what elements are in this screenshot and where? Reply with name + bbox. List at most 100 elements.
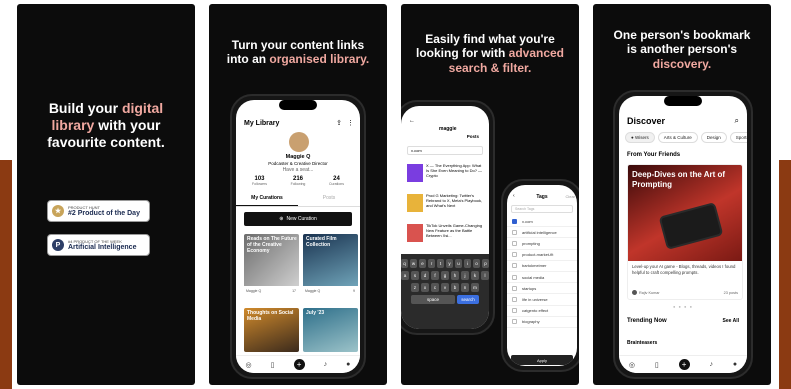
tag-item[interactable]: x.com <box>507 216 577 228</box>
keyboard-key[interactable]: o <box>473 259 480 268</box>
keyboard-key[interactable]: b <box>451 283 459 292</box>
bookmark-icon[interactable]: ▯ <box>271 361 275 369</box>
clear-button[interactable]: Clear <box>565 194 575 199</box>
phone-frame-front: ‹ Tags Clear Search Tags x.com artificia… <box>501 179 579 372</box>
tag-item[interactable]: life in universe <box>507 294 577 306</box>
more-icon[interactable]: ⋮ <box>347 119 354 127</box>
profile-name: Maggie Q <box>285 154 311 160</box>
category-chips: ● Wisers Arts & Culture Design Sports <box>625 132 747 143</box>
tag-item[interactable]: prompting <box>507 238 577 250</box>
avatar[interactable] <box>289 132 309 152</box>
keyboard-key[interactable]: i <box>464 259 471 268</box>
keyboard-key[interactable]: y <box>446 259 453 268</box>
bookmark-icon[interactable]: ▯ <box>655 361 659 369</box>
new-curation-button[interactable]: ⊕ New Curation <box>244 212 352 226</box>
panel4-headline: One person's bookmark is another person'… <box>613 28 751 71</box>
stat-following[interactable]: 216 Following <box>291 176 306 186</box>
list-item[interactable]: X — The Everything App: What Is She Even… <box>407 164 483 188</box>
keyboard-key[interactable]: l <box>481 271 489 280</box>
search-input[interactable]: x.com <box>407 146 483 155</box>
promo-panel-3: Easily find what you're looking for with… <box>401 4 579 385</box>
left-edge-strip <box>0 160 12 389</box>
add-icon[interactable]: + <box>678 359 690 370</box>
panel2-headline: Turn your content links into an organise… <box>226 38 370 67</box>
curation-card[interactable]: Reads on The Future of the Creative Econ… <box>244 234 299 296</box>
section-trending: Trending Now <box>627 318 667 324</box>
chip-design[interactable]: Design <box>700 132 727 143</box>
stat-followers[interactable]: 103 Followers <box>252 176 267 186</box>
tags-screen: ‹ Tags Clear Search Tags x.com artificia… <box>507 185 577 366</box>
keyboard-key[interactable]: g <box>441 271 449 280</box>
trending-item[interactable]: Brainteasers <box>627 340 657 346</box>
keyboard-key[interactable]: s <box>411 271 419 280</box>
chip-sports[interactable]: Sports <box>729 132 747 143</box>
apply-button[interactable]: Apply <box>511 355 573 365</box>
feature-card[interactable]: Deep-Dives on the Art of Prompting Level… <box>627 164 743 300</box>
list-item[interactable]: Prod G Marketing: Twitter's Rebrand to X… <box>407 194 483 218</box>
back-arrow-icon[interactable]: ← <box>409 118 415 124</box>
keyboard-key[interactable]: u <box>455 259 462 268</box>
phone-notch <box>279 100 317 110</box>
keyboard-key[interactable]: m <box>471 283 479 292</box>
share-icon[interactable]: ⇪ <box>336 119 342 127</box>
keyboard-key[interactable]: f <box>431 271 439 280</box>
keyboard-key[interactable]: h <box>451 271 459 280</box>
keyboard-key[interactable]: w <box>410 259 417 268</box>
feature-image: Deep-Dives on the Art of Prompting <box>628 165 742 261</box>
stat-curations[interactable]: 24 Curations <box>329 176 344 186</box>
space-key[interactable]: space <box>411 295 455 304</box>
keyboard-key[interactable]: d <box>421 271 429 280</box>
product-hunt-badge[interactable]: ★ PRODUCT HUNT #2 Product of the Day <box>47 200 150 222</box>
curation-card[interactable]: Curated Film Collection Maggie Q9 <box>303 234 358 296</box>
tab-my-curations[interactable]: My Curations <box>236 195 298 206</box>
bell-icon[interactable]: ♪ <box>324 361 328 368</box>
tag-item[interactable]: biography <box>507 317 577 328</box>
tags-search-input[interactable]: Search Tags <box>511 205 573 213</box>
tag-item[interactable]: social media <box>507 272 577 284</box>
chip-arts-culture[interactable]: Arts & Culture <box>657 132 698 143</box>
keyboard-key[interactable]: x <box>421 283 429 292</box>
keyboard-key[interactable]: r <box>428 259 435 268</box>
keyboard-key[interactable]: q <box>401 259 408 268</box>
profile-icon[interactable]: ● <box>346 361 350 368</box>
right-edge-strip <box>779 160 791 389</box>
carousel-dots[interactable]: ● ● ● ● <box>619 304 747 309</box>
tab-posts[interactable]: Posts <box>467 134 479 139</box>
tag-item[interactable]: product-market-fit <box>507 250 577 261</box>
tab-posts[interactable]: Posts <box>298 195 360 206</box>
keyboard-key[interactable]: v <box>441 283 449 292</box>
keyboard-key[interactable]: z <box>411 283 419 292</box>
tag-item[interactable]: artificial intelligence <box>507 227 577 239</box>
keyboard-key[interactable]: t <box>437 259 444 268</box>
search-key[interactable]: search <box>457 295 479 304</box>
keyboard-key[interactable]: e <box>419 259 426 268</box>
keyboard-key[interactable]: k <box>471 271 479 280</box>
search-icon[interactable]: ⌕ <box>735 116 739 126</box>
discover-screen: Discover ⌕ ● Wisers Arts & Culture Desig… <box>619 96 747 373</box>
phone-frame-back: ← maggie x.com Posts X — The Everything … <box>401 100 495 335</box>
keyboard-key[interactable]: j <box>461 271 469 280</box>
bell-icon[interactable]: ♪ <box>709 361 713 368</box>
product-of-week-badge[interactable]: P #4 PRODUCT OF THE WEEK Artificial Inte… <box>47 234 150 256</box>
tag-item[interactable]: catgento effect <box>507 306 577 317</box>
curation-card[interactable]: July '23 <box>303 308 358 352</box>
keyboard-key[interactable]: n <box>461 283 469 292</box>
panel3-headline: Easily find what you're looking for with… <box>415 32 564 75</box>
add-icon[interactable]: + <box>293 359 305 370</box>
profile-icon[interactable]: ● <box>733 361 737 368</box>
phone-frame: My Library ⇪ ⋮ Maggie Q Podcaster & Crea… <box>230 94 366 379</box>
tag-item[interactable]: startups <box>507 283 577 295</box>
author-avatar[interactable] <box>632 290 637 295</box>
tag-list: x.com artificial intelligence prompting … <box>507 216 577 328</box>
compass-icon[interactable]: ◎ <box>629 361 635 369</box>
see-all-link[interactable]: See All <box>723 318 740 324</box>
list-item[interactable]: TikTok Unveils Game-Changing New Feature… <box>407 224 483 248</box>
compass-icon[interactable]: ◎ <box>246 361 252 369</box>
keyboard-key[interactable]: p <box>482 259 489 268</box>
keyboard-key[interactable]: a <box>401 271 409 280</box>
keyboard-key[interactable]: c <box>431 283 439 292</box>
curation-card[interactable]: Thoughts on Social Media <box>244 308 299 352</box>
keyboard: qwertyuiop asdfghjkl zxcvbnm space searc… <box>401 254 489 329</box>
chip-wisers[interactable]: ● Wisers <box>625 132 655 143</box>
tag-item[interactable]: bartokmeimer <box>507 261 577 272</box>
